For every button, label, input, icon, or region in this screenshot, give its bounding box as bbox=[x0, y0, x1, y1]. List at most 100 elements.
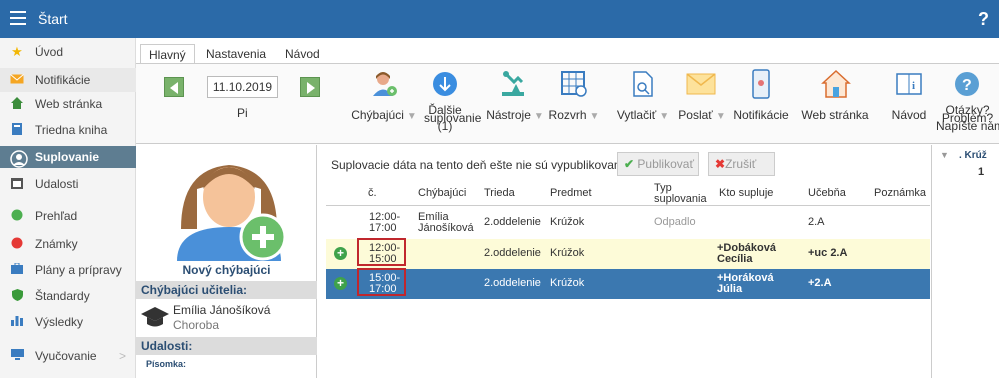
row-type: Odpadlo bbox=[654, 216, 696, 228]
check-icon: ✔ bbox=[624, 157, 635, 171]
tab-nastavenia[interactable]: Nastavenia bbox=[198, 44, 274, 64]
help-label-3: Napíšte nám. bbox=[936, 119, 999, 133]
col-header-room: Učebňa bbox=[808, 187, 846, 199]
guide-button[interactable]: i Návod bbox=[886, 64, 932, 144]
sidebar-item-notifikacie[interactable]: Notifikácie bbox=[0, 68, 136, 92]
cancel-label: Zrušiť bbox=[725, 157, 757, 171]
new-absent-label[interactable]: Nový chýbajúci bbox=[136, 263, 317, 277]
sidebar-item-label: Úvod bbox=[35, 45, 64, 59]
absent-teacher-name[interactable]: Emília Jánošíková bbox=[173, 303, 270, 317]
table-row[interactable]: + 15:00- 17:00 2.oddelenie Krúžok +Horáko… bbox=[326, 269, 930, 299]
right-panel-title: . Krúž bbox=[959, 150, 987, 161]
home-icon bbox=[10, 97, 24, 111]
publish-button[interactable]: ✔ Publikovať bbox=[617, 152, 699, 176]
row-room: +uc 2.A bbox=[808, 247, 848, 259]
col-header-num: č. bbox=[368, 187, 377, 199]
publish-label: Publikovať bbox=[637, 157, 694, 171]
circle-icon bbox=[10, 209, 24, 223]
row-time: 12:00- 17:00 bbox=[369, 211, 401, 234]
grade-icon bbox=[10, 237, 24, 251]
sidebar-item-label: Výsledky bbox=[35, 315, 84, 329]
graduation-cap-icon bbox=[141, 307, 169, 327]
phone-icon bbox=[752, 69, 770, 99]
table-row[interactable]: + 12:00- 15:00 2.oddelenie Krúžok +Dobáko… bbox=[326, 239, 930, 269]
print-button[interactable]: Vytlačiť ▼ bbox=[612, 64, 674, 144]
send-button[interactable]: Poslať ▼ bbox=[674, 64, 730, 144]
sidebar-item-suplovanie[interactable]: Suplovanie bbox=[0, 146, 136, 168]
question-icon: ? bbox=[955, 72, 979, 96]
tab-navod[interactable]: Návod bbox=[277, 44, 328, 64]
guide-label: Návod bbox=[891, 108, 927, 122]
sidebar-item-label: Notifikácie bbox=[35, 73, 91, 87]
absent-reason: Choroba bbox=[173, 318, 220, 332]
date-field[interactable]: 11.10.2019 bbox=[207, 76, 278, 98]
web-page-button[interactable]: Web stránka bbox=[797, 64, 873, 144]
right-panel: ▼ . Krúž 1 bbox=[931, 145, 999, 378]
unpublished-notice: Suplovacie dáta na tento deň ešte nie sú… bbox=[331, 158, 631, 172]
sidebar-item-plany[interactable]: Plány a prípravy bbox=[0, 258, 136, 282]
add-icon[interactable]: + bbox=[334, 277, 347, 290]
sidebar-item-label: Známky bbox=[35, 237, 78, 251]
schedule-label: Rozvrh bbox=[548, 108, 587, 122]
table-row[interactable]: 12:00- 17:00 Emília Jánošíková 2.oddelenie… bbox=[326, 208, 930, 238]
sidebar-item-label: Web stránka bbox=[35, 97, 103, 111]
sidebar-item-vyucovanie[interactable]: Vyučovanie > bbox=[0, 344, 136, 368]
prev-day-button[interactable] bbox=[164, 77, 184, 97]
help-contact-button[interactable]: ? Otázky? Problém? Napíšte nám. bbox=[936, 64, 999, 144]
collapse-icon[interactable]: ▼ bbox=[940, 150, 949, 160]
tab-hlavny[interactable]: Hlavný bbox=[140, 44, 195, 64]
notifications-label: Notifikácie bbox=[733, 108, 789, 122]
svg-text:?: ? bbox=[962, 77, 972, 94]
row-class: 2.oddelenie bbox=[484, 277, 541, 289]
person-icon bbox=[10, 150, 28, 168]
next-day-button[interactable] bbox=[300, 77, 320, 97]
monitor-icon bbox=[10, 349, 24, 363]
shield-icon bbox=[10, 289, 24, 303]
row-substitute: +Horáková Júlia bbox=[717, 272, 774, 295]
schedule-button[interactable]: Rozvrh ▼ bbox=[546, 64, 602, 144]
print-label: Vytlačiť bbox=[616, 108, 657, 122]
row-substitute: +Dobáková Cecília bbox=[717, 242, 776, 265]
sidebar-item-label: Triedna kniha bbox=[35, 123, 108, 137]
row-room: 2.A bbox=[808, 216, 825, 228]
sidebar-item-uvod[interactable]: ★ Úvod bbox=[0, 40, 136, 64]
bar-chart-icon bbox=[10, 315, 24, 329]
right-panel-value: 1 bbox=[978, 166, 985, 178]
event-item: Písomka: bbox=[146, 359, 187, 369]
tools-icon bbox=[502, 71, 524, 96]
col-header-class: Trieda bbox=[484, 187, 515, 199]
sidebar-item-udalosti[interactable]: Udalosti bbox=[0, 172, 136, 196]
help-icon[interactable]: ? bbox=[978, 9, 989, 30]
ribbon-toolbar: 11.10.2019 Pi Chýbajúci ▼ Ďalšie suplovan… bbox=[136, 64, 999, 144]
col-header-who: Kto supluje bbox=[719, 187, 774, 199]
events-header: Udalosti: bbox=[136, 337, 317, 355]
mail-icon bbox=[10, 73, 24, 87]
sidebar-item-web[interactable]: Web stránka bbox=[0, 92, 136, 116]
sidebar-item-standardy[interactable]: Štandardy bbox=[0, 284, 136, 308]
cancel-button[interactable]: ✖Zrušiť bbox=[708, 152, 775, 176]
add-icon[interactable]: + bbox=[334, 247, 347, 260]
row-subject: Krúžok bbox=[550, 216, 585, 228]
sidebar-item-label: Vyučovanie bbox=[35, 349, 97, 363]
briefcase-icon bbox=[10, 262, 24, 277]
sidebar-item-prehlad[interactable]: Prehľad bbox=[0, 204, 136, 228]
highlight-box bbox=[357, 268, 406, 296]
book-icon bbox=[10, 123, 24, 137]
col-header-subject: Predmet bbox=[550, 187, 592, 199]
star-icon: ★ bbox=[11, 44, 23, 59]
next-substitution-button[interactable]: Ďalšie suplovanie (1) bbox=[424, 64, 481, 144]
sidebar-item-triedna-kniha[interactable]: Triedna kniha bbox=[0, 118, 136, 142]
row-class: 2.oddelenie bbox=[484, 247, 541, 259]
new-absent-avatar-icon[interactable] bbox=[169, 149, 287, 261]
row-class: 2.oddelenie bbox=[484, 216, 541, 228]
notifications-button[interactable]: Notifikácie bbox=[730, 64, 792, 144]
tools-button[interactable]: Nástroje ▼ bbox=[484, 64, 546, 144]
absent-panel: Nový chýbajúci Chýbajúci učitelia: Emíli… bbox=[136, 145, 317, 378]
envelope-icon bbox=[686, 73, 716, 95]
chevron-right-icon: > bbox=[118, 349, 126, 363]
sidebar-item-znamky[interactable]: Známky bbox=[0, 232, 136, 256]
menu-icon[interactable] bbox=[10, 11, 26, 25]
absent-button[interactable]: Chýbajúci ▼ bbox=[350, 64, 418, 144]
sidebar-item-vysledky[interactable]: Výsledky bbox=[0, 310, 136, 334]
tools-label: Nástroje bbox=[486, 108, 531, 122]
